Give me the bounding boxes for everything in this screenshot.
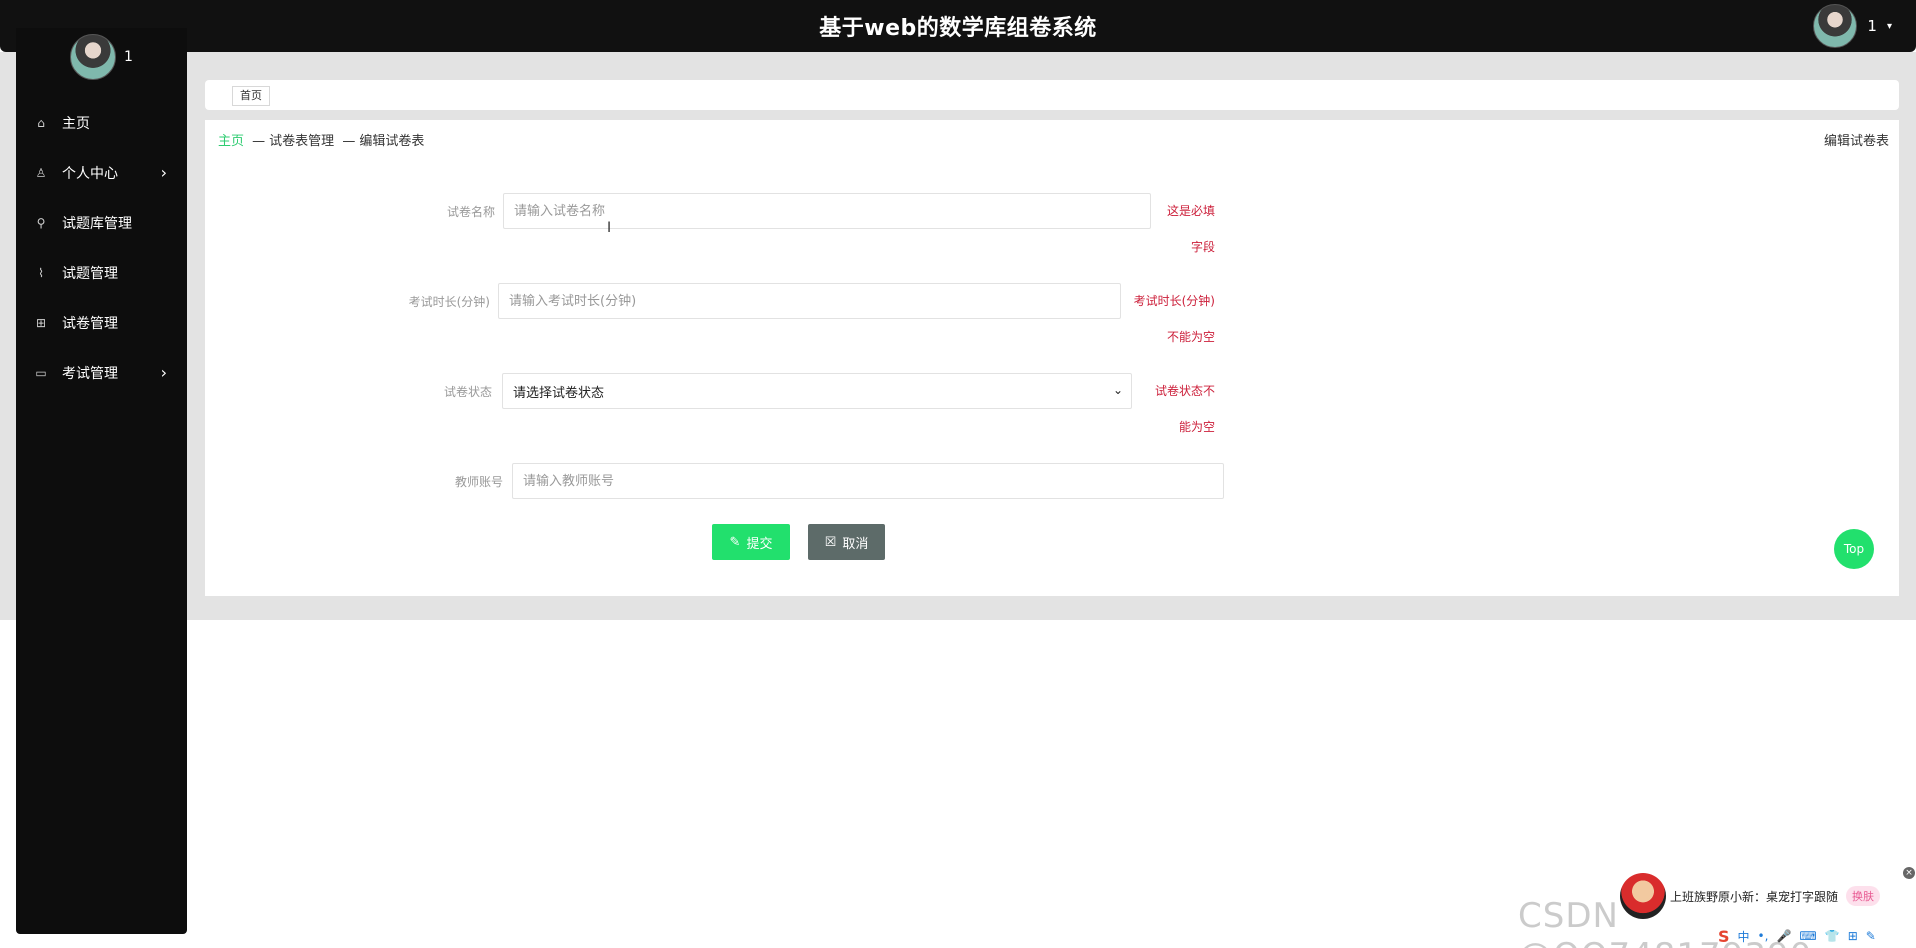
status-select[interactable]: 请选择试卷状态 ⌄: [502, 373, 1132, 409]
duration-error-line1: 考试时长(分钟): [1133, 294, 1215, 308]
sidebar-item-papers[interactable]: ⊞ 试卷管理: [16, 298, 187, 348]
ime-toolbar: S 中 •, 🎤 ⌨ 👕 ⊞ ✎: [1718, 926, 1876, 946]
app-title: 基于web的数学库组卷系统: [819, 16, 1097, 41]
submit-label: 提交: [746, 536, 773, 552]
sogou-logo-icon[interactable]: S: [1718, 927, 1730, 946]
cancel-label: 取消: [842, 536, 869, 552]
breadcrumb-home[interactable]: 主页: [218, 134, 244, 149]
sidebar-item-label: 主页: [62, 116, 90, 132]
status-label: 试卷状态: [443, 384, 492, 399]
duration-error-line2: 不能为空: [1166, 330, 1215, 344]
sidebar-item-exams[interactable]: ▭ 考试管理 ›: [16, 348, 187, 398]
home-icon: ⌂: [37, 116, 45, 130]
breadcrumb-separator: —: [342, 134, 356, 149]
duration-label: 考试时长(分钟): [408, 294, 490, 309]
card-icon: ▭: [35, 366, 47, 380]
duration-row: 考试时长(分钟): [385, 283, 1121, 319]
keyboard-icon[interactable]: ⌨: [1799, 929, 1816, 943]
plus-square-icon: ⊞: [35, 316, 47, 330]
status-row: 试卷状态 请选择试卷状态 ⌄: [385, 373, 1132, 409]
bank-icon: ⚲: [36, 216, 46, 230]
teacher-row: 教师账号: [385, 463, 1224, 499]
sidebar-item-home[interactable]: ⌂ 主页: [16, 98, 187, 148]
sidebar-item-label: 考试管理: [62, 366, 118, 382]
avatar: [70, 34, 116, 80]
sidebar-item-questions[interactable]: ⌇ 试题管理: [16, 248, 187, 298]
sidebar-item-label: 试卷管理: [62, 316, 118, 332]
pen-icon[interactable]: ✎: [1866, 929, 1876, 943]
user-menu[interactable]: 1 ▾: [1813, 4, 1892, 48]
paper-name-row: 试卷名称: [385, 193, 1151, 229]
skin-icon[interactable]: 👕: [1825, 929, 1840, 943]
submit-button[interactable]: ✎ 提交: [712, 524, 790, 560]
page-title: 编辑试卷表: [1823, 134, 1889, 149]
teacher-label: 教师账号: [454, 474, 503, 489]
sidebar-menu: ⌂ 主页 ♙ 个人中心 › ⚲ 试题库管理 ⌇ 试题管理 ⊞ 试卷管理 ▭ 考试…: [16, 98, 187, 398]
edit-panel: 主页 —试卷表管理 —编辑试卷表 编辑试卷表 试卷名称 这是必填 字段 考试时长…: [205, 120, 1899, 596]
chevron-right-icon: ›: [160, 363, 167, 382]
status-error-line1: 试卷状态不: [1154, 384, 1215, 398]
sidebar-item-question-bank[interactable]: ⚲ 试题库管理: [16, 198, 187, 248]
chart-icon: ⌇: [38, 266, 44, 280]
status-error-line2: 能为空: [1178, 420, 1215, 434]
paper-name-error-line2: 字段: [1190, 240, 1215, 254]
sidebar-user[interactable]: 1: [70, 34, 133, 80]
sidebar-item-label: 个人中心: [62, 166, 118, 182]
chevron-down-icon: ▾: [1886, 20, 1892, 32]
teacher-input[interactable]: [512, 463, 1224, 499]
edit-icon: ✎: [729, 534, 741, 550]
grid-icon[interactable]: ⊞: [1848, 929, 1858, 943]
microphone-icon[interactable]: 🎤: [1776, 929, 1791, 943]
top-header: 基于web的数学库组卷系统 1 ▾: [0, 0, 1916, 52]
chevron-right-icon: ›: [160, 163, 167, 182]
duration-input[interactable]: [498, 283, 1121, 319]
tabs-bar: 首页: [205, 80, 1899, 110]
breadcrumb-level2: 编辑试卷表: [359, 134, 425, 149]
paper-name-error-line1: 这是必填: [1166, 204, 1215, 218]
user-icon: ♙: [35, 166, 47, 180]
breadcrumb-level1: 试卷表管理: [269, 134, 335, 149]
text-cursor-icon: I: [607, 220, 612, 236]
sidebar-item-personal-center[interactable]: ♙ 个人中心 ›: [16, 148, 187, 198]
punctuation-icon[interactable]: •,: [1758, 929, 1769, 943]
breadcrumb-separator: —: [252, 134, 266, 149]
sidebar-user-name: 1: [124, 49, 133, 65]
cancel-button[interactable]: ☒ 取消: [808, 524, 885, 560]
breadcrumb: 主页 — 试卷表管理 — 编辑试卷表: [218, 130, 424, 149]
close-square-icon: ☒: [824, 534, 837, 550]
status-selected-value: 请选择试卷状态: [513, 385, 605, 401]
sidebar-item-label: 试题管理: [62, 266, 118, 282]
user-name: 1: [1867, 17, 1877, 35]
paper-name-input[interactable]: [503, 193, 1151, 229]
sidebar-item-label: 试题库管理: [62, 216, 132, 232]
ime-lang-icon[interactable]: 中: [1738, 928, 1750, 945]
back-to-top-button[interactable]: Top: [1834, 529, 1874, 569]
chevron-down-icon: ⌄: [1112, 383, 1123, 397]
paper-name-label: 试卷名称: [446, 204, 495, 219]
tab-home[interactable]: 首页: [232, 86, 270, 106]
avatar: [1813, 4, 1858, 48]
sidebar: 1 ⌂ 主页 ♙ 个人中心 › ⚲ 试题库管理 ⌇ 试题管理 ⊞ 试卷管理 ▭ …: [16, 28, 187, 934]
